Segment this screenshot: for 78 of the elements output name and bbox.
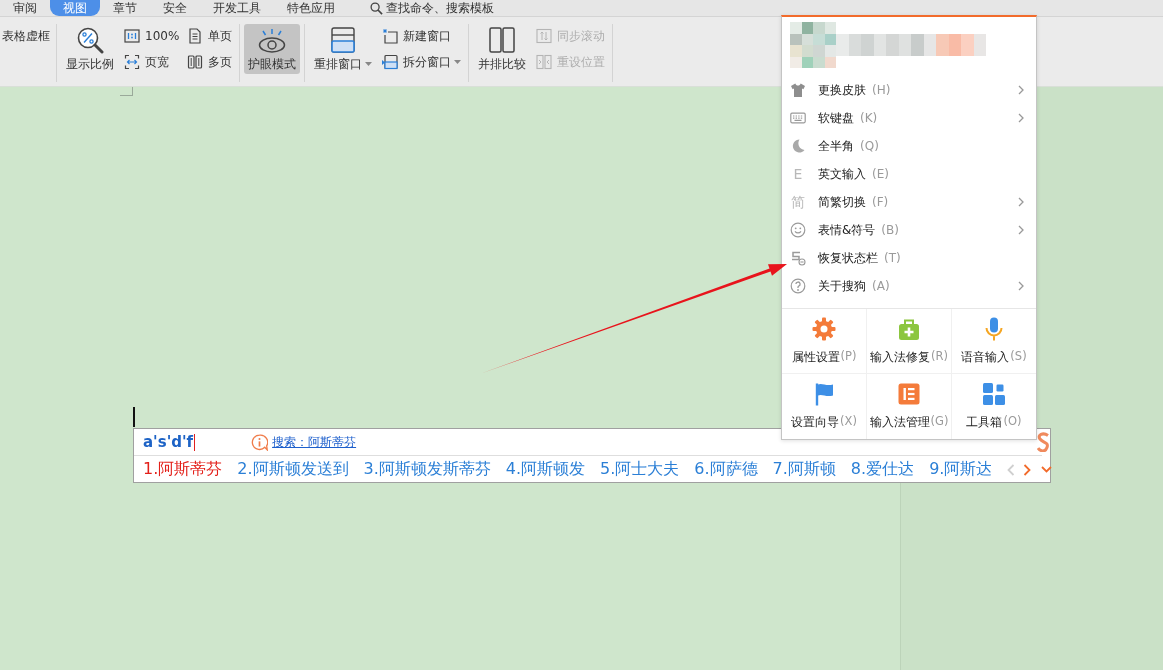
reset-panes-icon (536, 54, 553, 70)
menu-item[interactable]: 更换皮肤 (H) (782, 76, 1036, 104)
toolbar-button[interactable]: 多页 (185, 50, 235, 74)
page-corner-mark (120, 87, 133, 96)
composition-text: a's'd'f (143, 433, 194, 451)
grid-icon (982, 382, 1006, 406)
character-icon: 简 (790, 194, 806, 210)
chevron-right-icon (1018, 197, 1024, 207)
candidate-word[interactable]: 8.爱仕达 (850, 459, 915, 480)
chevron-right-icon (1018, 281, 1024, 291)
candidate-word[interactable]: 9.阿斯达 (929, 459, 993, 480)
eye-icon (257, 26, 288, 54)
menu-tool-button[interactable]: 工具箱(O) (952, 374, 1036, 439)
menu-item[interactable]: 全半角 (Q) (782, 132, 1036, 160)
candidate-word[interactable]: 2.阿斯顿发送到 (237, 459, 349, 480)
toolbar-button[interactable]: 100% (122, 24, 182, 48)
menu-item[interactable]: 软键盘 (K) (782, 104, 1036, 132)
help-icon (790, 278, 806, 294)
menu-item[interactable]: 恢复状态栏 (T) (782, 244, 1036, 272)
toolbar-button[interactable]: 表格虚框 (0, 24, 52, 48)
toolbar-button[interactable]: 显示比例 (62, 24, 118, 74)
menu-tool-button[interactable]: 设置向导(X) (782, 374, 867, 439)
caret-icon (454, 60, 462, 64)
toolbar-button[interactable]: 新建窗口 (380, 24, 464, 48)
menu-tool-button[interactable]: 输入法修复(R) (867, 309, 952, 374)
page-icon (187, 28, 204, 44)
split-window-icon (382, 54, 399, 70)
menu-tool-button[interactable]: 输入法管理(G) (867, 374, 952, 439)
candidate-word[interactable]: 6.阿萨德 (694, 459, 758, 480)
toolbar-button[interactable]: 重排窗口 (310, 24, 377, 74)
book-icon (187, 54, 204, 70)
ribbon-tab[interactable]: 特色应用 (274, 0, 348, 16)
scroll-sync-icon (536, 28, 553, 44)
list-tile-icon (897, 382, 921, 406)
shirt-icon (790, 82, 806, 98)
menu-tool-button[interactable]: 属性设置(P) (782, 309, 867, 374)
candidate-word[interactable]: 5.阿士大夫 (600, 459, 680, 480)
menu-item[interactable]: 表情&符号 (B) (782, 216, 1036, 244)
toolbar-button[interactable]: 单页 (185, 24, 235, 48)
search-link[interactable]: 搜索：阿斯蒂芬 (272, 433, 357, 451)
ribbon-tab[interactable]: 开发工具 (200, 0, 274, 16)
logo-icon (1037, 432, 1049, 452)
width-arrows-icon (124, 54, 140, 70)
menu-item[interactable]: 简 简繁切换 (F) (782, 188, 1036, 216)
keyboard-icon (790, 110, 806, 126)
smiley-icon (790, 222, 806, 238)
ribbon-tab[interactable]: 安全 (150, 0, 200, 16)
toolbar-button[interactable]: 页宽 (122, 50, 182, 74)
new-window-icon (382, 28, 399, 44)
magnifier-icon (75, 26, 105, 54)
caret-icon (365, 62, 373, 66)
menu-item[interactable]: E 英文输入 (E) (782, 160, 1036, 188)
two-columns-icon (487, 26, 518, 54)
info-bubble-icon (251, 433, 269, 451)
candidate-word[interactable]: 4.阿斯顿发 (505, 459, 586, 480)
chevron-right-icon (1018, 113, 1024, 123)
ribbon-tab[interactable]: 审阅 (0, 0, 50, 16)
candidate-word[interactable]: 3.阿斯顿发斯蒂芬 (363, 459, 491, 480)
text-caret (194, 433, 196, 451)
candidate-word[interactable]: 7.阿斯顿 (772, 459, 836, 480)
chevron-right-icon (1018, 225, 1024, 235)
toolbar-button[interactable]: 拆分窗口 (380, 50, 464, 74)
text-cursor (133, 407, 135, 427)
menu-item[interactable]: 关于搜狗 (A) (782, 272, 1036, 300)
toolbar-button[interactable]: 护眼模式 (244, 24, 301, 74)
toolbar-button[interactable]: 并排比较 (474, 24, 531, 74)
one-to-one-icon (124, 28, 140, 44)
expand-caret-icon[interactable] (1041, 466, 1053, 473)
command-search-field[interactable]: 查找命令、搜索模板 (386, 0, 500, 16)
menu-tool-button[interactable]: 语音输入(S) (952, 309, 1036, 374)
chevron-right-icon (1018, 85, 1024, 95)
character-icon: E (790, 166, 806, 182)
search-icon (370, 1, 383, 15)
next-page-icon[interactable] (1023, 463, 1032, 476)
status-bar-icon (790, 250, 806, 266)
ribbon-tab[interactable]: 章节 (100, 0, 150, 16)
moon-icon (790, 138, 806, 154)
candidate-word[interactable]: 1.阿斯蒂芬 (143, 459, 223, 480)
